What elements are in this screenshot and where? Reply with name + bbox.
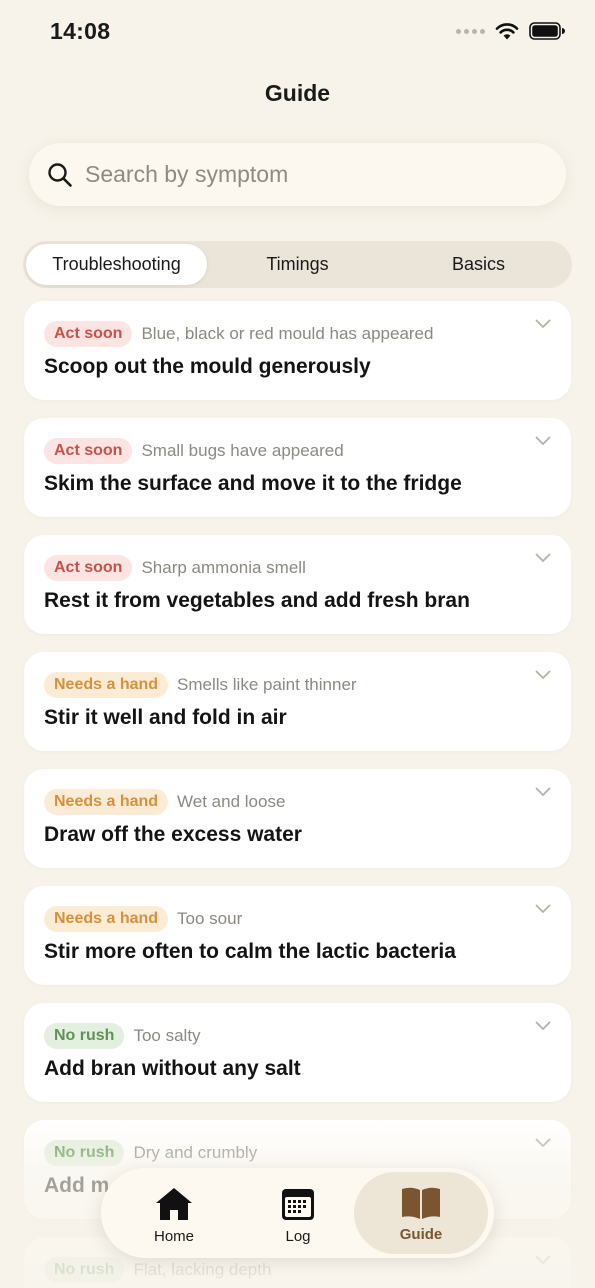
calendar-icon (282, 1189, 314, 1220)
severity-badge: Act soon (44, 555, 133, 581)
search-bar[interactable] (29, 143, 566, 206)
search-input[interactable] (85, 161, 525, 188)
action-text: Skim the surface and move it to the frid… (44, 472, 462, 495)
tab-timings[interactable]: Timings (207, 244, 388, 285)
action-text: Rest it from vegetables and add fresh br… (44, 589, 470, 612)
page-title: Guide (264, 80, 331, 106)
severity-badge: Needs a hand (44, 789, 169, 815)
list-item[interactable]: Act soon Sharp ammonia smell Rest it fro… (24, 535, 571, 634)
chevron-down-icon[interactable] (535, 1255, 551, 1265)
severity-badge: No rush (44, 1257, 125, 1283)
symptom-text: Too sour (177, 909, 243, 928)
list-item[interactable]: Act soon Small bugs have appeared Skim t… (24, 418, 571, 517)
chevron-down-icon[interactable] (535, 1021, 551, 1031)
battery-icon (529, 22, 565, 40)
wifi-icon (495, 23, 519, 40)
action-text: Stir more often to calm the lactic bacte… (44, 940, 456, 963)
chevron-down-icon[interactable] (535, 436, 551, 446)
tab-home-label: Home (153, 1228, 194, 1245)
list-item[interactable]: No rush Too salty Add bran without any s… (24, 1003, 571, 1102)
action-text: Scoop out the mould generously (44, 355, 371, 378)
list-item[interactable]: Needs a hand Wet and loose Draw off the … (24, 769, 571, 868)
tab-guide[interactable]: Guide (354, 1172, 488, 1254)
cellular-signal-icon (456, 28, 485, 34)
list-item[interactable]: Needs a hand Smells like paint thinner S… (24, 652, 571, 751)
tab-basics[interactable]: Basics (388, 244, 569, 285)
tab-log-label: Log (285, 1228, 311, 1245)
list-item[interactable]: Act soon Blue, black or red mould has ap… (24, 301, 571, 400)
list-item[interactable]: Needs a hand Too sour Stir more often to… (24, 886, 571, 985)
severity-badge: Needs a hand (44, 906, 169, 932)
chevron-down-icon[interactable] (535, 787, 551, 797)
symptom-text: Too salty (133, 1026, 201, 1045)
book-icon (402, 1187, 440, 1219)
tab-troubleshooting[interactable]: Troubleshooting (26, 244, 207, 285)
symptom-text: Blue, black or red mould has appeared (141, 324, 434, 343)
tab-home[interactable]: Home (107, 1172, 241, 1254)
severity-badge: Act soon (44, 321, 133, 347)
chevron-down-icon[interactable] (535, 670, 551, 680)
severity-badge: Needs a hand (44, 672, 169, 698)
segmented-control: Troubleshooting Timings Basics (23, 241, 572, 288)
chevron-down-icon[interactable] (535, 553, 551, 563)
tab-guide-label: Guide (399, 1226, 443, 1243)
symptom-text: Sharp ammonia smell (141, 558, 306, 577)
status-icons (456, 22, 565, 40)
symptom-text: Dry and crumbly (133, 1143, 258, 1162)
action-text: Draw off the excess water (44, 823, 302, 846)
action-text: Add bran without any salt (44, 1057, 301, 1080)
severity-badge: Act soon (44, 438, 133, 464)
chevron-down-icon[interactable] (535, 1138, 551, 1148)
chevron-down-icon[interactable] (535, 319, 551, 329)
tab-log[interactable]: Log (231, 1172, 365, 1254)
action-text: Add m (44, 1174, 110, 1197)
status-time: 14:08 (50, 18, 111, 44)
severity-badge: No rush (44, 1140, 125, 1166)
symptom-text: Small bugs have appeared (141, 441, 344, 460)
home-icon (156, 1188, 192, 1220)
symptom-text: Flat, lacking depth (133, 1260, 272, 1279)
severity-badge: No rush (44, 1023, 125, 1049)
symptom-text: Wet and loose (177, 792, 286, 811)
search-icon (48, 162, 72, 187)
chevron-down-icon[interactable] (535, 904, 551, 914)
status-bar: 14:08 (0, 0, 595, 64)
symptom-text: Smells like paint thinner (177, 675, 357, 694)
action-text: Stir it well and fold in air (44, 706, 287, 729)
tab-bar: Home Log Guide (101, 1168, 494, 1258)
